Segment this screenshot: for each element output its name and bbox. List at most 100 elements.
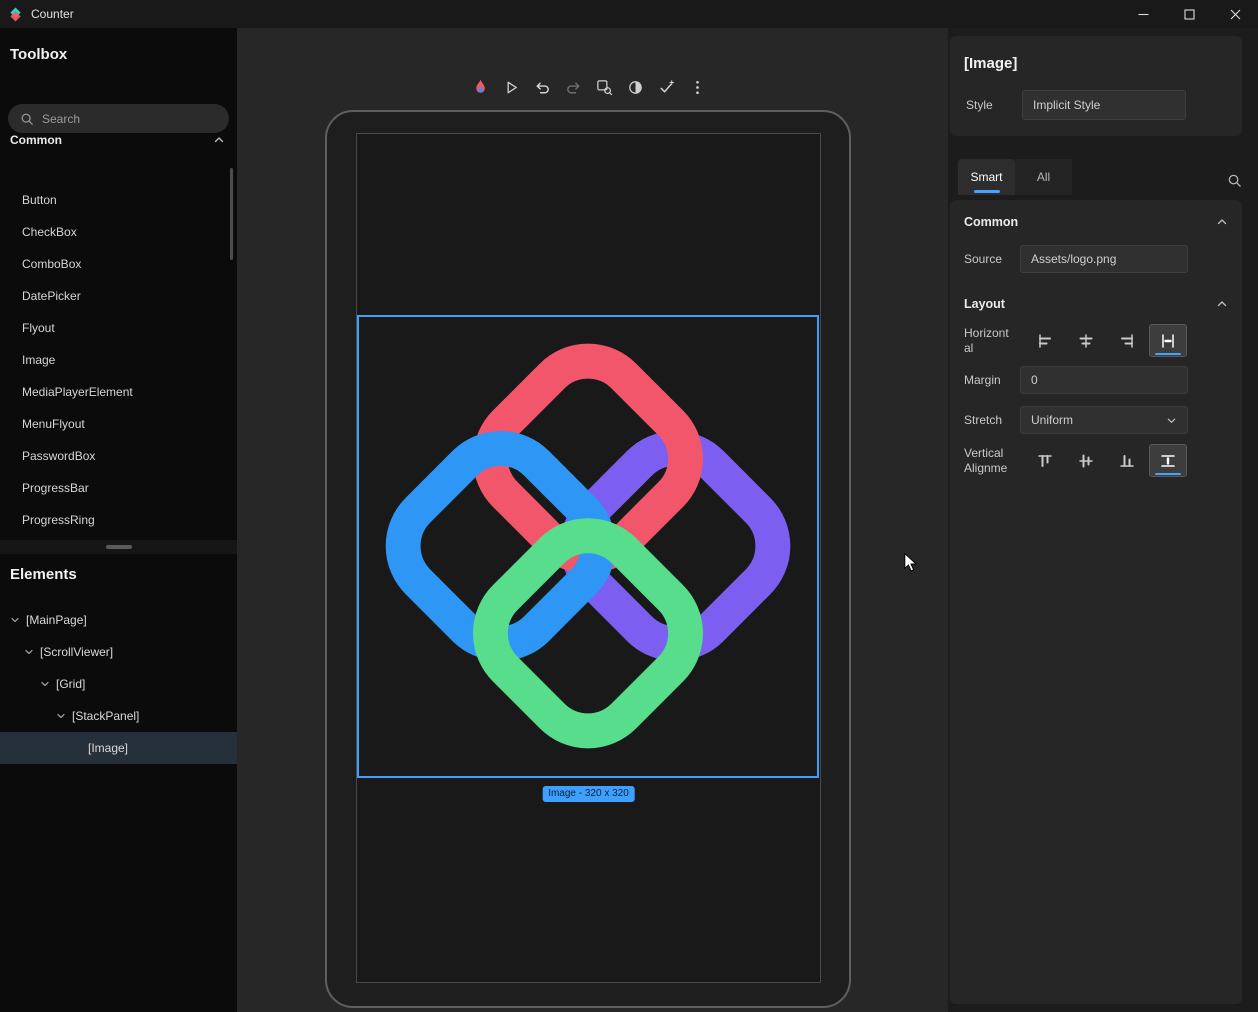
play-button[interactable]: [499, 74, 523, 100]
mouse-cursor: [903, 553, 920, 573]
toolbox-item-combobox[interactable]: ComboBox: [0, 248, 237, 280]
device-frame: Image - 320 x 320: [325, 110, 851, 1008]
elements-title: Elements: [10, 566, 77, 583]
style-value: Implicit Style: [1033, 98, 1100, 112]
toolbox-item-progressring[interactable]: ProgressRing: [0, 504, 237, 536]
toolbox-item-mediaplayerelement[interactable]: MediaPlayerElement: [0, 376, 237, 408]
page-surface[interactable]: Image - 320 x 320: [356, 133, 821, 983]
tab-smart-label: Smart: [970, 170, 1002, 184]
tab-smart[interactable]: Smart: [958, 159, 1015, 195]
margin-value: 0: [1031, 373, 1038, 387]
selected-image-element[interactable]: [357, 315, 819, 778]
chevron-down-icon: [24, 647, 34, 657]
hot-design-flame-icon: [471, 78, 490, 97]
properties-search-button[interactable]: [1220, 165, 1248, 195]
more-options-button[interactable]: [685, 74, 709, 100]
design-toolbar: [468, 72, 709, 102]
tree-item-label: [Grid]: [56, 677, 85, 691]
horizontal-alignment-label: Horizontal: [964, 326, 1014, 356]
inspect-element-icon: [595, 78, 614, 97]
align-vertical-stretch-button[interactable]: [1149, 444, 1187, 477]
toolbox-item-image[interactable]: Image: [0, 344, 237, 376]
chevron-up-icon: [1216, 216, 1228, 228]
minimize-icon: [1138, 9, 1149, 20]
align-middle-icon: [1078, 453, 1094, 469]
source-input[interactable]: Assets/logo.png: [1020, 245, 1188, 273]
app-logo-image: [361, 319, 815, 773]
horizontal-alignment-group: [1026, 324, 1187, 357]
align-horizontal-center-button[interactable]: [1067, 324, 1105, 357]
align-vertical-top-button[interactable]: [1026, 444, 1064, 477]
align-center-icon: [1078, 333, 1094, 349]
toolbox-item-list: Button CheckBox ComboBox DatePicker Flyo…: [0, 184, 237, 536]
hot-design-flame-button[interactable]: [468, 74, 492, 100]
tree-item-grid[interactable]: [Grid]: [0, 668, 237, 700]
align-horizontal-left-button[interactable]: [1026, 324, 1064, 357]
align-bottom-icon: [1119, 453, 1135, 469]
toolbox-item-datepicker[interactable]: DatePicker: [0, 280, 237, 312]
app-logo-icon: [8, 7, 23, 22]
toolbox-item-flyout[interactable]: Flyout: [0, 312, 237, 344]
align-top-icon: [1037, 453, 1053, 469]
chevron-down-icon: [56, 711, 66, 721]
window-controls: [1120, 0, 1258, 28]
toolbox-item-passwordbox[interactable]: PasswordBox: [0, 440, 237, 472]
toolbox-section-label: Common: [10, 133, 62, 147]
window-title: Counter: [31, 7, 74, 21]
margin-label: Margin: [964, 373, 1001, 387]
align-horizontal-stretch-button[interactable]: [1149, 324, 1187, 357]
vertical-alignment-group: [1026, 444, 1187, 477]
toolbox-item-checkbox[interactable]: CheckBox: [0, 216, 237, 248]
toolbox-common-header[interactable]: Common: [10, 124, 225, 156]
toolbox-item-menuflyout[interactable]: MenuFlyout: [0, 408, 237, 440]
stretch-value: Uniform: [1031, 413, 1166, 427]
maximize-button[interactable]: [1166, 0, 1212, 28]
tree-item-scrollviewer[interactable]: [ScrollViewer]: [0, 636, 237, 668]
redo-icon: [564, 78, 583, 97]
tab-all-label: All: [1037, 170, 1050, 184]
chevron-up-icon: [1216, 298, 1228, 310]
panel-splitter[interactable]: [0, 540, 237, 554]
source-label: Source: [964, 252, 1002, 266]
align-horizontal-right-button[interactable]: [1108, 324, 1146, 357]
elements-tree: [MainPage] [ScrollViewer] [Grid] [StackP…: [0, 604, 237, 764]
chevron-down-icon: [10, 615, 20, 625]
align-stretch-vertical-icon: [1160, 453, 1176, 469]
left-sidebar: Toolbox Search Common Button CheckBox Co…: [0, 28, 237, 1012]
close-button[interactable]: [1212, 0, 1258, 28]
section-common-header[interactable]: Common: [964, 208, 1228, 236]
stretch-label: Stretch: [964, 413, 1002, 427]
margin-input[interactable]: 0: [1020, 366, 1188, 394]
active-tab-underline: [974, 190, 1000, 193]
toolbox-item-progressbar[interactable]: ProgressBar: [0, 472, 237, 504]
maximize-icon: [1184, 9, 1195, 20]
selection-size-badge: Image - 320 x 320: [542, 786, 635, 802]
section-common-label: Common: [964, 215, 1018, 229]
theme-toggle-icon: [626, 78, 645, 97]
source-value: Assets/logo.png: [1031, 252, 1116, 266]
titlebar: Counter: [0, 0, 1258, 28]
align-vertical-center-button[interactable]: [1067, 444, 1105, 477]
tab-all[interactable]: All: [1015, 159, 1072, 195]
inspect-element-button[interactable]: [592, 74, 616, 100]
tree-item-mainpage[interactable]: [MainPage]: [0, 604, 237, 636]
chevron-up-icon: [213, 134, 225, 146]
section-layout-header[interactable]: Layout: [964, 290, 1228, 318]
splitter-grip-icon: [106, 545, 132, 549]
theme-toggle-button[interactable]: [623, 74, 647, 100]
align-vertical-bottom-button[interactable]: [1108, 444, 1146, 477]
validate-button[interactable]: [654, 74, 678, 100]
toolbox-scrollbar[interactable]: [230, 168, 233, 260]
stretch-select[interactable]: Uniform: [1020, 406, 1188, 434]
search-icon: [1227, 173, 1242, 188]
undo-button[interactable]: [530, 74, 554, 100]
minimize-button[interactable]: [1120, 0, 1166, 28]
properties-panel: [Image] Style Implicit Style Smart All C…: [948, 28, 1258, 1012]
redo-button[interactable]: [561, 74, 585, 100]
style-input[interactable]: Implicit Style: [1022, 90, 1186, 120]
tree-item-stackpanel[interactable]: [StackPanel]: [0, 700, 237, 732]
design-canvas[interactable]: Image - 320 x 320: [237, 28, 948, 1012]
toolbox-item-button[interactable]: Button: [0, 184, 237, 216]
tree-item-image[interactable]: [Image]: [0, 732, 237, 764]
align-left-icon: [1037, 333, 1053, 349]
